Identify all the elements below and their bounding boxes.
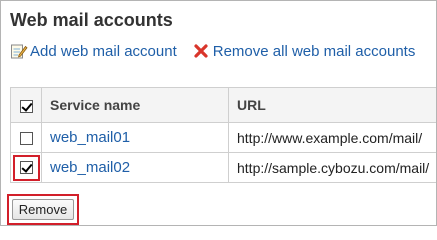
url-cell: http://www.example.com/mail/ xyxy=(228,122,436,153)
notepad-pencil-icon xyxy=(10,43,28,59)
remove-all-accounts-link[interactable]: Remove all web mail accounts xyxy=(193,42,416,60)
service-name-cell: web_mail02 xyxy=(41,152,229,183)
checkbox-highlight xyxy=(12,154,40,181)
service-name-link[interactable]: web_mail02 xyxy=(50,159,130,176)
table-header-row: Service name URL xyxy=(10,87,436,123)
service-name-link[interactable]: web_mail01 xyxy=(50,129,130,146)
row-checkbox[interactable] xyxy=(19,132,33,146)
select-all-checkbox[interactable] xyxy=(19,99,33,113)
table-row: web_mail01 http://www.example.com/mail/ xyxy=(10,122,436,153)
column-header-service-name: Service name xyxy=(41,87,229,123)
select-all-cell xyxy=(10,87,42,123)
service-name-cell: web_mail01 xyxy=(41,122,229,153)
action-menu: Add web mail account Remove all web mail… xyxy=(10,42,415,60)
add-web-mail-account-link[interactable]: Add web mail account xyxy=(10,43,177,60)
accounts-table: Service name URL web_mail01 http://www.e… xyxy=(10,87,436,183)
url-cell: http://sample.cybozu.com/mail/ xyxy=(228,152,436,183)
add-web-mail-account-label: Add web mail account xyxy=(30,42,177,60)
remove-button-highlight: Remove xyxy=(7,194,79,225)
table-row: web_mail02 http://sample.cybozu.com/mail… xyxy=(10,152,436,183)
remove-all-accounts-label: Remove all web mail accounts xyxy=(212,42,416,60)
red-x-icon xyxy=(193,43,211,59)
page-title: Web mail accounts xyxy=(10,10,173,30)
window: Web mail accounts Add web mail account R… xyxy=(0,0,437,226)
row-checkbox-cell xyxy=(10,122,42,153)
row-checkbox-cell xyxy=(10,152,42,183)
remove-button[interactable]: Remove xyxy=(12,199,74,220)
column-header-url: URL xyxy=(228,87,436,123)
row-checkbox[interactable] xyxy=(19,161,33,174)
